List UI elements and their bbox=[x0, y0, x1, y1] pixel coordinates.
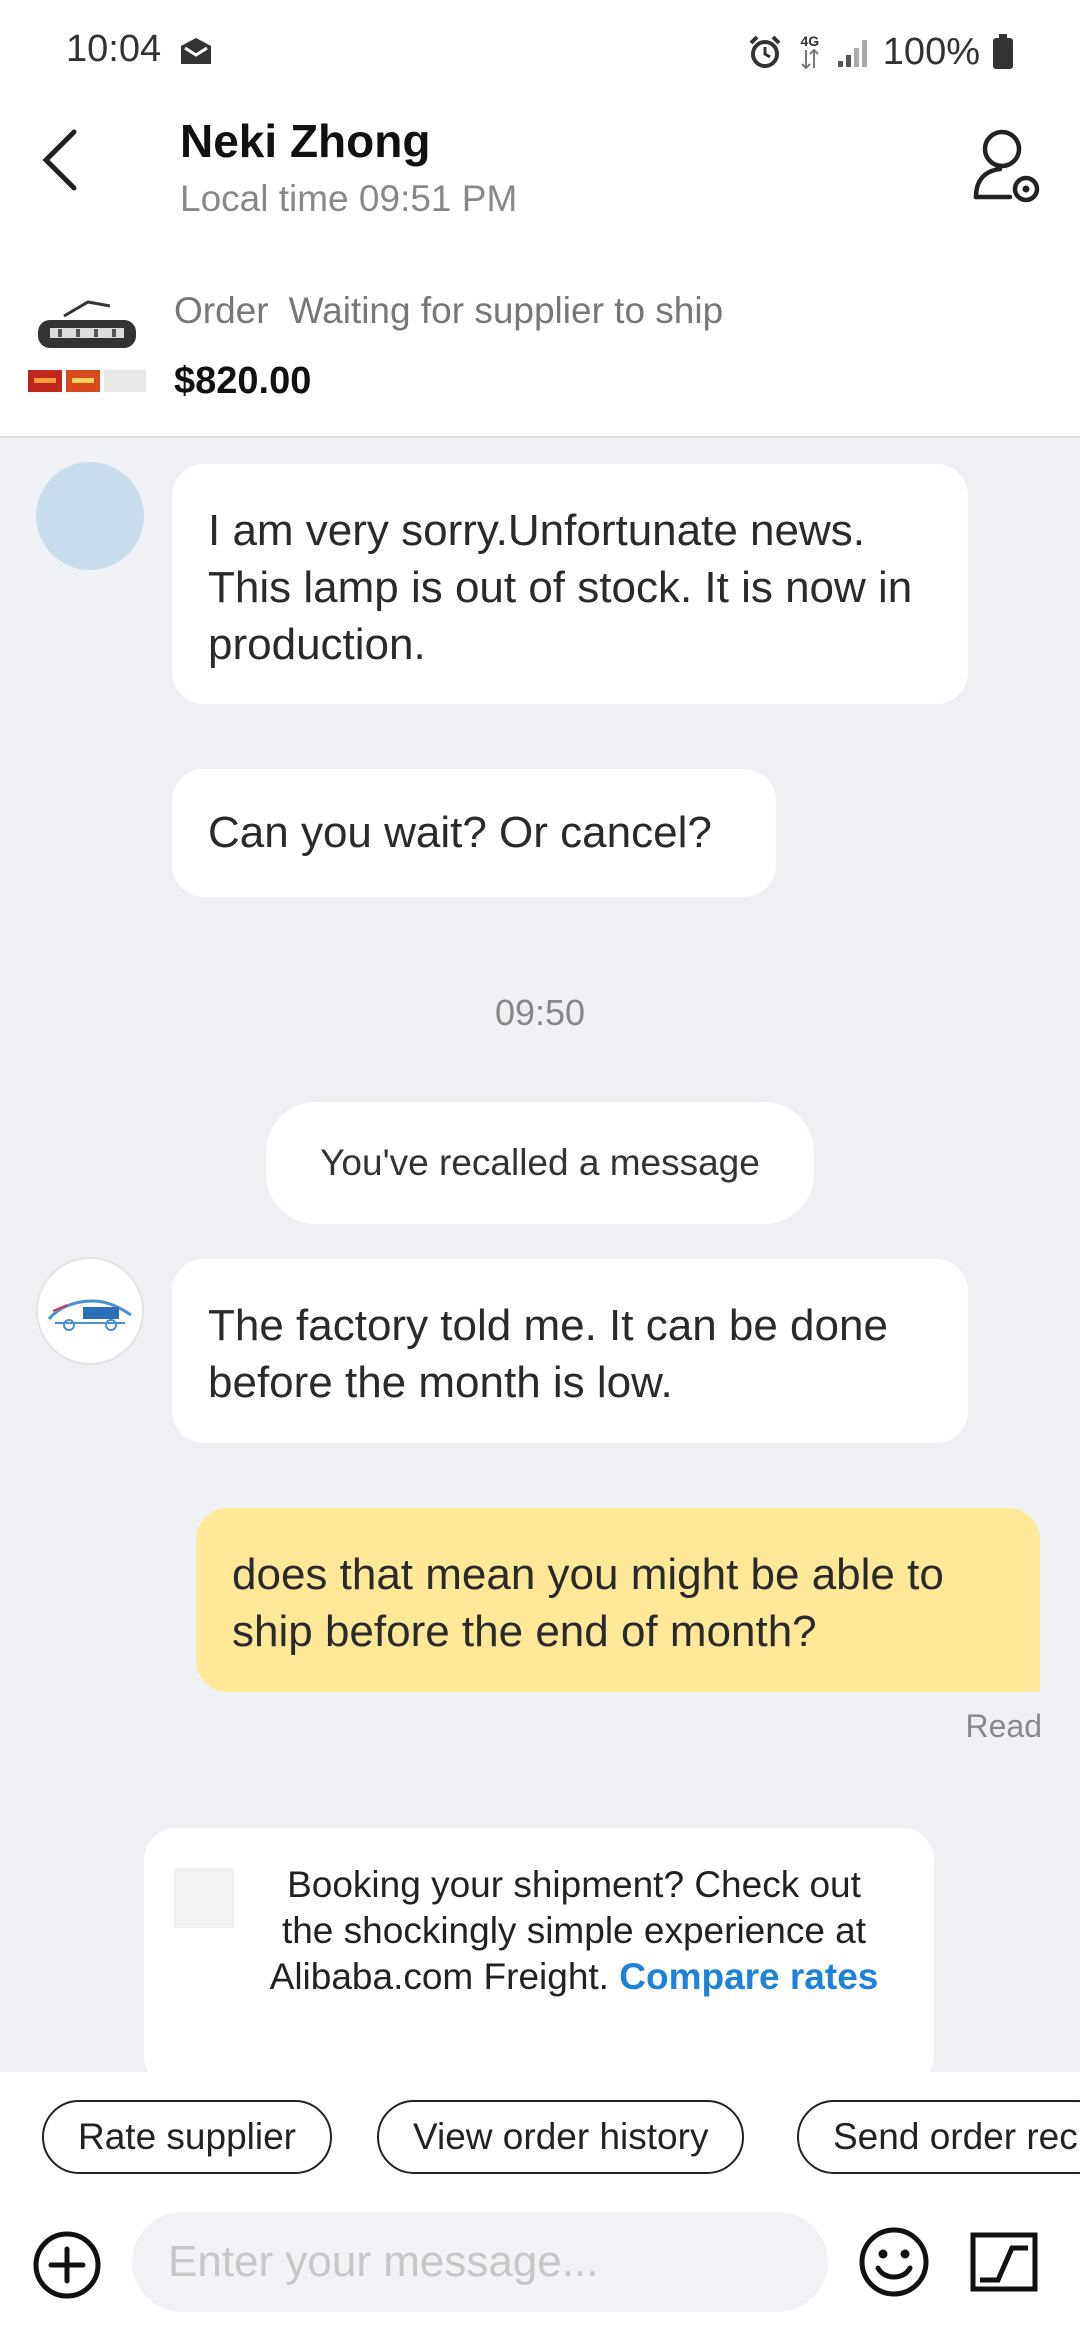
supplier-avatar[interactable] bbox=[36, 462, 144, 570]
status-icons: 4G 100% bbox=[747, 28, 1014, 76]
message-bubble-supplier[interactable]: The factory told me. It can be done befo… bbox=[172, 1259, 968, 1443]
back-arrow-icon bbox=[42, 129, 77, 191]
emoji-icon bbox=[859, 2227, 929, 2297]
chat-messages[interactable]: I am very sorry.Unfortunate news. This l… bbox=[0, 440, 1080, 2072]
message-text: does that mean you might be able to ship… bbox=[232, 1550, 944, 1656]
quick-actions-bar[interactable]: Rate supplier View order history Send or… bbox=[0, 2072, 1080, 2200]
image-button[interactable] bbox=[968, 2226, 1040, 2298]
message-input[interactable] bbox=[132, 2212, 828, 2312]
alarm-icon bbox=[747, 34, 783, 70]
contact-local-time: Local time 09:51 PM bbox=[180, 178, 518, 219]
message-bubble-mine[interactable]: does that mean you might be able to ship… bbox=[196, 1508, 1040, 1692]
network-type: 4G bbox=[800, 33, 820, 49]
order-price: $820.00 bbox=[174, 360, 312, 402]
time-divider: 09:50 bbox=[494, 992, 586, 1033]
profile-settings-button[interactable] bbox=[966, 120, 1046, 210]
back-button[interactable] bbox=[30, 120, 90, 200]
add-icon bbox=[33, 2231, 101, 2299]
contact-name[interactable]: Neki Zhong bbox=[180, 114, 430, 168]
car-logo-icon bbox=[47, 1299, 132, 1331]
message-composer bbox=[0, 2200, 1080, 2340]
read-receipt: Read bbox=[965, 1708, 1043, 1744]
message-text: I am very sorry.Unfortunate news. This l… bbox=[208, 506, 913, 669]
battery-icon bbox=[992, 34, 1014, 70]
mail-icon bbox=[178, 36, 214, 66]
status-time: 10:04 bbox=[66, 28, 162, 70]
recall-notice: You've recalled a message bbox=[266, 1102, 814, 1224]
image-icon bbox=[970, 2232, 1038, 2292]
order-status: Waiting for supplier to ship bbox=[288, 290, 724, 331]
compare-rates-link[interactable]: Compare rates bbox=[619, 1956, 878, 1997]
rate-supplier-chip[interactable]: Rate supplier bbox=[42, 2100, 333, 2174]
freight-logo-icon bbox=[174, 1868, 234, 1928]
message-text: Can you wait? Or cancel? bbox=[208, 808, 712, 857]
order-label-row: Order Waiting for supplier to ship bbox=[174, 290, 723, 332]
chat-header: Neki Zhong Local time 09:51 PM bbox=[0, 100, 1080, 268]
network-icon: 4G bbox=[795, 34, 825, 70]
supplier-avatar-logo[interactable] bbox=[36, 1257, 144, 1365]
profile-settings-icon bbox=[973, 129, 1040, 203]
order-summary[interactable]: Order Waiting for supplier to ship $820.0… bbox=[0, 268, 1080, 438]
promo-text: Booking your shipment? Check out the sho… bbox=[264, 1862, 884, 2000]
freight-promo-card[interactable]: Booking your shipment? Check out the sho… bbox=[144, 1828, 934, 2072]
order-product-thumbnail bbox=[28, 286, 146, 404]
recall-notice-text: You've recalled a message bbox=[320, 1142, 760, 1183]
battery-level: 100% bbox=[882, 30, 980, 73]
message-bubble-supplier[interactable]: Can you wait? Or cancel? bbox=[172, 769, 776, 897]
add-button[interactable] bbox=[32, 2230, 102, 2300]
send-order-chip[interactable]: Send order rec bbox=[797, 2100, 1080, 2174]
status-bar: 10:04 4G 100% bbox=[0, 0, 1080, 100]
signal-icon bbox=[837, 37, 871, 67]
order-label: Order bbox=[174, 290, 269, 331]
message-text: The factory told me. It can be done befo… bbox=[208, 1301, 888, 1407]
message-bubble-supplier[interactable]: I am very sorry.Unfortunate news. This l… bbox=[172, 464, 968, 704]
emoji-button[interactable] bbox=[858, 2226, 930, 2298]
view-order-history-chip[interactable]: View order history bbox=[377, 2100, 745, 2174]
